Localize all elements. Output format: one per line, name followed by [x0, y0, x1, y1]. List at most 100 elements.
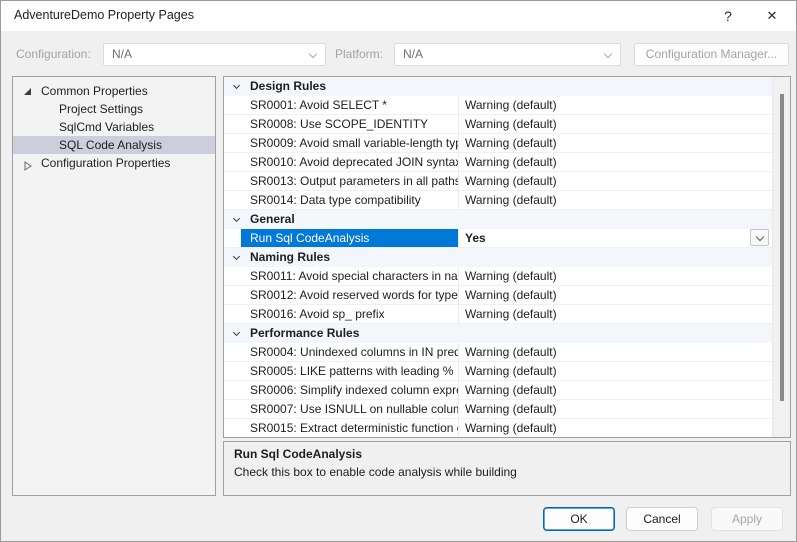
section-collapse-icon[interactable]: [233, 215, 240, 222]
property-value-text: Warning (default): [465, 402, 557, 416]
tree-collapsed-icon[interactable]: [24, 158, 32, 176]
property-value[interactable]: Warning (default): [458, 191, 772, 209]
grid-property-row[interactable]: SR0001: Avoid SELECT *Warning (default): [224, 96, 772, 115]
grid-property-row[interactable]: SR0007: Use ISNULL on nullable column War…: [224, 400, 772, 419]
grid-property-row[interactable]: SR0013: Output parameters in all paths Wa…: [224, 172, 772, 191]
property-name[interactable]: SR0012: Avoid reserved words for type n: [224, 286, 458, 304]
property-name[interactable]: SR0009: Avoid small variable-length typ: [224, 134, 458, 152]
property-grid: Design RulesSR0001: Avoid SELECT *Warnin…: [223, 76, 791, 438]
property-value-text: Warning (default): [465, 117, 557, 131]
grid-property-row[interactable]: SR0012: Avoid reserved words for type nW…: [224, 286, 772, 305]
grid-property-row[interactable]: SR0014: Data type compatibility Warning (…: [224, 191, 772, 210]
ok-button[interactable]: OK: [543, 507, 615, 531]
help-icon: ?: [724, 8, 732, 24]
close-icon: ✕: [767, 8, 778, 23]
property-grid-content: Design RulesSR0001: Avoid SELECT *Warnin…: [224, 77, 772, 438]
property-value[interactable]: Warning (default): [458, 267, 772, 285]
help-button[interactable]: ?: [713, 3, 743, 29]
property-name[interactable]: SR0006: Simplify indexed column expres: [224, 381, 458, 399]
grid-property-row[interactable]: Run Sql CodeAnalysis Yes: [224, 229, 772, 248]
configuration-combobox[interactable]: N/A: [103, 43, 326, 66]
grid-property-row[interactable]: SR0015: Extract deterministic function c…: [224, 419, 772, 438]
property-value-text: Warning (default): [465, 421, 557, 435]
property-value[interactable]: Warning (default): [458, 286, 772, 304]
grid-section-row[interactable]: Design Rules: [224, 77, 772, 96]
configuration-label: Configuration:: [16, 47, 91, 61]
property-name[interactable]: SR0007: Use ISNULL on nullable column: [224, 400, 458, 418]
section-collapse-icon[interactable]: [233, 253, 240, 260]
property-value[interactable]: Warning (default): [458, 381, 772, 399]
tree-item-configuration-properties[interactable]: Configuration Properties: [13, 154, 215, 172]
grid-section-row[interactable]: Performance Rules: [224, 324, 772, 343]
description-text: Check this box to enable code analysis w…: [234, 465, 780, 479]
property-name[interactable]: SR0016: Avoid sp_ prefix: [224, 305, 458, 323]
grid-property-row[interactable]: SR0005: LIKE patterns with leading % Warn…: [224, 362, 772, 381]
property-value-text: Warning (default): [465, 136, 557, 150]
tree-item-sqlcmd-variables[interactable]: SqlCmd Variables: [13, 118, 215, 136]
tree-item-project-settings[interactable]: Project Settings: [13, 100, 215, 118]
property-pages-dialog: AdventureDemo Property Pages ? ✕ Configu…: [0, 0, 797, 542]
tree-item-label: SQL Code Analysis: [59, 136, 162, 154]
property-value[interactable]: Warning (default): [458, 96, 772, 114]
property-name[interactable]: SR0004: Unindexed columns in IN predic: [224, 343, 458, 361]
grid-section-row[interactable]: General: [224, 210, 772, 229]
property-name[interactable]: SR0014: Data type compatibility: [224, 191, 458, 209]
value-dropdown-button[interactable]: [750, 229, 769, 246]
property-value-text: Warning (default): [465, 307, 557, 321]
grid-property-row[interactable]: SR0016: Avoid sp_ prefix Warning (default…: [224, 305, 772, 324]
property-value-text: Warning (default): [465, 174, 557, 188]
property-value[interactable]: Warning (default): [458, 115, 772, 133]
close-button[interactable]: ✕: [757, 3, 787, 29]
property-value-text: Warning (default): [465, 155, 557, 169]
property-value[interactable]: Warning (default): [458, 400, 772, 418]
property-value[interactable]: Warning (default): [458, 172, 772, 190]
scrollbar-thumb[interactable]: [780, 94, 784, 401]
grid-section-row[interactable]: Naming Rules: [224, 248, 772, 267]
description-panel: Run Sql CodeAnalysis Check this box to e…: [223, 441, 791, 496]
property-value[interactable]: Warning (default): [458, 153, 772, 171]
configuration-manager-button[interactable]: Configuration Manager...: [634, 43, 789, 66]
window-title: AdventureDemo Property Pages: [14, 8, 194, 22]
property-value[interactable]: Warning (default): [458, 134, 772, 152]
section-collapse-icon[interactable]: [233, 82, 240, 89]
property-name[interactable]: SR0005: LIKE patterns with leading %: [224, 362, 458, 380]
property-value-text: Warning (default): [465, 193, 557, 207]
property-value[interactable]: Warning (default): [458, 343, 772, 361]
grid-property-row[interactable]: SR0008: Use SCOPE_IDENTITY Warning (defau…: [224, 115, 772, 134]
description-title: Run Sql CodeAnalysis: [234, 447, 780, 461]
grid-property-row[interactable]: SR0004: Unindexed columns in IN predic Wa…: [224, 343, 772, 362]
property-value-text: Warning (default): [465, 345, 557, 359]
property-name[interactable]: SR0010: Avoid deprecated JOIN syntax: [224, 153, 458, 171]
grid-property-row[interactable]: SR0006: Simplify indexed column expresWa…: [224, 381, 772, 400]
tree-item-sql-code-analysis[interactable]: SQL Code Analysis: [13, 136, 215, 154]
property-name[interactable]: SR0011: Avoid special characters in nam: [224, 267, 458, 285]
property-name[interactable]: SR0013: Output parameters in all paths: [224, 172, 458, 190]
grid-property-row[interactable]: SR0010: Avoid deprecated JOIN syntax Warn…: [224, 153, 772, 172]
section-title: Design Rules: [250, 77, 326, 96]
platform-combobox[interactable]: N/A: [394, 43, 621, 66]
section-collapse-icon[interactable]: [233, 329, 240, 336]
property-value-text: Warning (default): [465, 364, 557, 378]
property-value[interactable]: Warning (default): [458, 362, 772, 380]
property-name[interactable]: Run Sql CodeAnalysis: [224, 229, 458, 247]
tree-item-label: Common Properties: [41, 82, 148, 100]
property-name[interactable]: SR0001: Avoid SELECT *: [224, 96, 458, 114]
cancel-button[interactable]: Cancel: [626, 507, 698, 531]
grid-property-row[interactable]: SR0009: Avoid small variable-length typ W…: [224, 134, 772, 153]
grid-property-row[interactable]: SR0011: Avoid special characters in namW…: [224, 267, 772, 286]
configuration-value: N/A: [112, 47, 132, 61]
property-value[interactable]: Warning (default): [458, 305, 772, 323]
apply-button[interactable]: Apply: [711, 507, 783, 531]
section-title: General: [250, 210, 295, 229]
property-value[interactable]: Warning (default): [458, 419, 772, 437]
tree-item-common-properties[interactable]: Common Properties: [13, 82, 215, 100]
property-value[interactable]: Yes: [458, 229, 772, 247]
property-value-text: Yes: [465, 231, 486, 245]
grid-scrollbar[interactable]: [772, 77, 790, 437]
property-name[interactable]: SR0008: Use SCOPE_IDENTITY: [224, 115, 458, 133]
tree-item-label: Project Settings: [59, 100, 143, 118]
properties-tree: Common PropertiesProject SettingsSqlCmd …: [12, 76, 216, 496]
tree-expanded-icon[interactable]: [24, 88, 31, 95]
title-bar: AdventureDemo Property Pages ? ✕: [1, 1, 796, 31]
property-name[interactable]: SR0015: Extract deterministic function c…: [224, 419, 458, 437]
